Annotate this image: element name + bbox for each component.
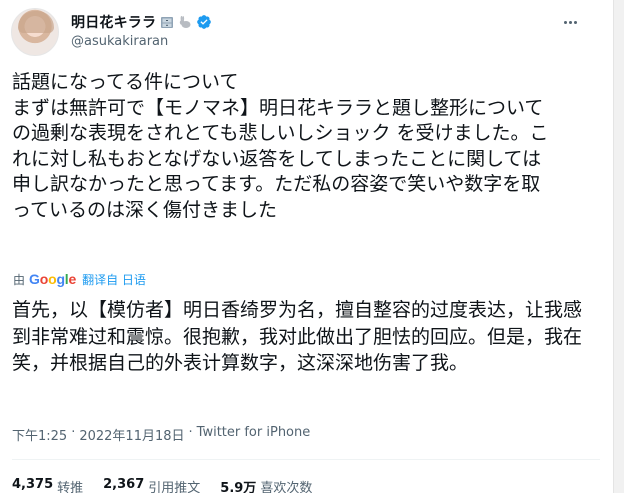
author-handle[interactable]: @asukakiraran bbox=[71, 34, 168, 49]
translated-from-link[interactable]: 翻译自 日语 bbox=[82, 271, 146, 288]
tweet-time[interactable]: 下午1:25 bbox=[12, 425, 67, 444]
tweet-text: 話題になってる件について まずは無許可で【モノマネ】明日花キララと題し整形につい… bbox=[12, 71, 549, 221]
tweet-meta: 下午1:25 · 2022年11月18日 · Twitter for iPhon… bbox=[12, 425, 310, 444]
google-logo-letter: e bbox=[68, 271, 77, 287]
quotes-count: 2,367 bbox=[103, 477, 145, 492]
scrollbar[interactable] bbox=[613, 0, 624, 493]
retweets-count: 4,375 bbox=[12, 477, 54, 492]
display-name[interactable]: 明日花キララ bbox=[71, 12, 156, 32]
meta-separator: · bbox=[71, 425, 76, 440]
tweet-date[interactable]: 2022年11月18日 bbox=[79, 425, 184, 444]
google-logo: Google bbox=[29, 271, 76, 287]
more-options-icon[interactable] bbox=[560, 12, 580, 32]
translation-attribution: 由 Google 翻译自 日语 bbox=[13, 270, 146, 288]
likes-count: 5.9万 bbox=[220, 481, 257, 493]
tweet-stats: 4,375 转推 2,367 引用推文 5.9万 喜欢次数 bbox=[12, 477, 312, 493]
translation-prefix: 由 bbox=[13, 272, 26, 287]
retweets-label: 转推 bbox=[57, 481, 84, 493]
google-logo-letter: g bbox=[56, 271, 65, 287]
quotes-label: 引用推文 bbox=[148, 481, 201, 493]
file-cabinet-emoji bbox=[161, 17, 174, 28]
avatar[interactable] bbox=[11, 8, 59, 56]
tweet-source[interactable]: Twitter for iPhone bbox=[197, 425, 311, 444]
quote-tweets-stat[interactable]: 2,367 引用推文 bbox=[103, 477, 200, 493]
author-name-row: 明日花キララ bbox=[71, 12, 212, 32]
likes-label: 喜欢次数 bbox=[260, 481, 313, 493]
google-logo-letter: o bbox=[39, 271, 49, 287]
meta-separator: · bbox=[188, 425, 193, 440]
translated-text: 首先，以【模仿者】明日香绮罗为名，擅自整容的过度表达，让我感到非常难过和震惊。很… bbox=[12, 299, 583, 374]
rabbit-emoji bbox=[180, 16, 191, 28]
retweets-stat[interactable]: 4,375 转推 bbox=[12, 477, 83, 493]
divider bbox=[12, 459, 600, 460]
likes-stat[interactable]: 5.9万 喜欢次数 bbox=[220, 477, 312, 493]
google-logo-letter: G bbox=[29, 271, 40, 287]
verified-badge-icon bbox=[197, 15, 212, 29]
